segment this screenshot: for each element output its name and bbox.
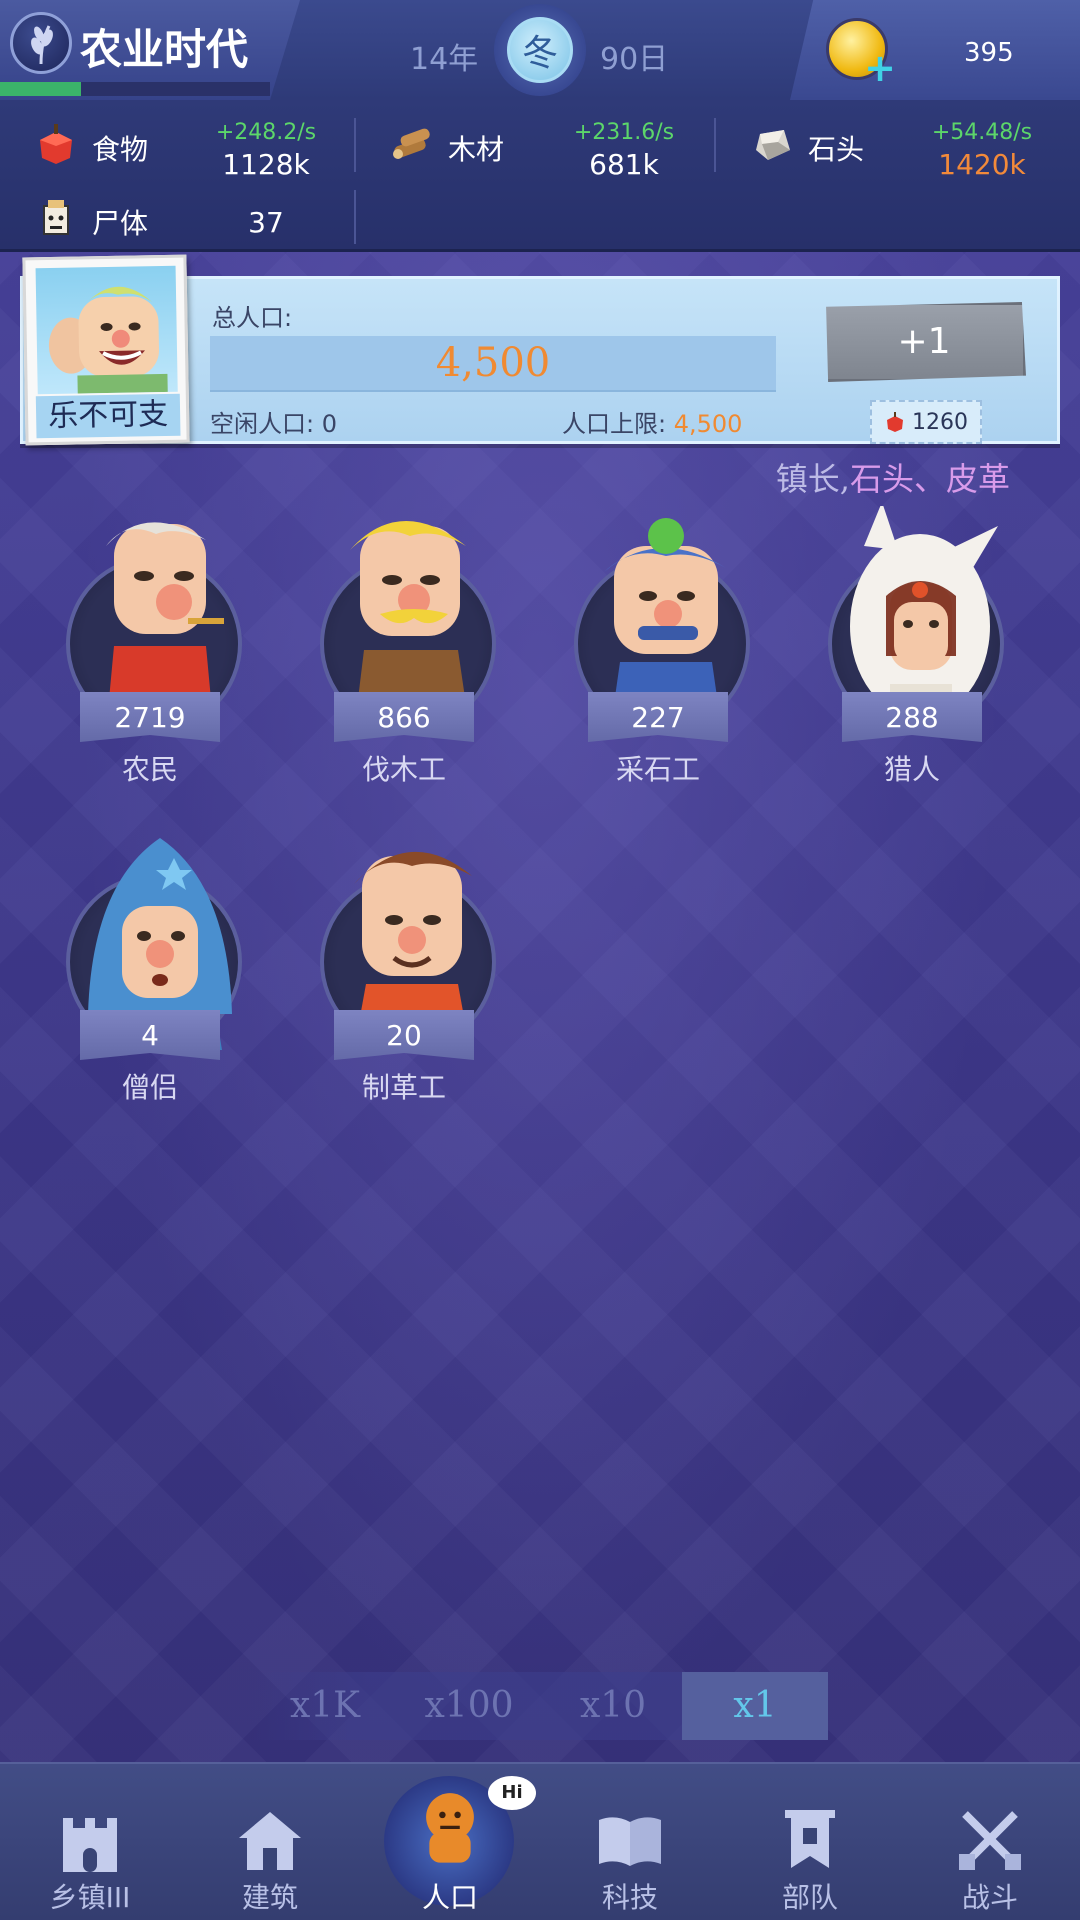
- person-icon: [426, 1793, 474, 1863]
- worker-count: 227: [631, 700, 685, 734]
- nav-label: 人口: [421, 1881, 478, 1914]
- population-limit-value: 4,500: [673, 410, 743, 438]
- hint-highlight: 石头、皮革: [849, 460, 1010, 498]
- population-cost-tag: 1260: [870, 400, 982, 444]
- total-population-label: 总人口:: [212, 304, 293, 332]
- nav-army[interactable]: 部队: [720, 1762, 900, 1920]
- nav-label: 战斗: [961, 1881, 1018, 1914]
- worker-monk[interactable]: 4 僧侣: [58, 824, 258, 1114]
- worker-count-ribbon: 4: [80, 1010, 220, 1060]
- add-population-button[interactable]: +1: [826, 302, 1026, 382]
- nav-town[interactable]: 乡镇III: [0, 1762, 180, 1920]
- worker-count: 20: [386, 1018, 422, 1052]
- nav-label: 乡镇III: [49, 1881, 131, 1914]
- corpse-icon: [43, 200, 69, 235]
- year-label: 14年: [410, 42, 479, 77]
- worker-lumberjack[interactable]: 866 伐木工: [312, 506, 512, 796]
- worker-name: 制革工: [361, 1071, 446, 1104]
- leader-card[interactable]: 乐不可支: [22, 254, 190, 446]
- worker-name: 僧侣: [121, 1071, 178, 1104]
- hi-badge: Hi: [488, 1776, 536, 1810]
- worker-count-ribbon: 20: [334, 1010, 474, 1060]
- season-label: 冬: [507, 17, 573, 83]
- population-limit: 人口上限: 4,500: [562, 404, 742, 439]
- day-label: 90日: [600, 42, 669, 77]
- resource-name: 尸体: [92, 207, 149, 240]
- worker-tanner[interactable]: 20 制革工: [312, 824, 512, 1114]
- worker-count-ribbon: 2719: [80, 692, 220, 742]
- multiplier-x100[interactable]: x100: [396, 1672, 542, 1740]
- banner-icon: [785, 1810, 835, 1868]
- wheat-emblem-icon[interactable]: [10, 12, 72, 74]
- multiplier-x1[interactable]: x1: [682, 1672, 828, 1740]
- worker-count-ribbon: 288: [842, 692, 982, 742]
- coin-count: 395: [964, 38, 1014, 68]
- divider: [354, 190, 356, 244]
- era-progress-bar: [0, 82, 270, 96]
- nav-label: 科技: [601, 1881, 658, 1914]
- book-icon: [599, 1817, 661, 1866]
- worker-count: 2719: [114, 700, 186, 734]
- demand-hint: 镇长,石头、皮革: [776, 454, 1010, 500]
- hint-prefix: 镇长,: [775, 460, 850, 498]
- add-coins-icon[interactable]: +: [864, 49, 896, 87]
- resource-name: 食物: [92, 133, 149, 166]
- worker-count: 4: [141, 1018, 159, 1052]
- idle-population-label: 空闲人口: 0: [210, 410, 337, 438]
- worker-count: 866: [377, 700, 431, 734]
- worker-count-ribbon: 227: [588, 692, 728, 742]
- food-apple-icon: [887, 412, 903, 432]
- resource-name: 石头: [808, 133, 865, 166]
- multiplier-selector: x1K x100 x10 x1: [252, 1672, 830, 1740]
- wood-logs-icon: [393, 128, 430, 159]
- resource-food[interactable]: 食物 +248.2/s 1128k: [34, 108, 344, 181]
- resource-amount: 1128k: [222, 148, 310, 181]
- resource-rate: +54.48/s: [931, 120, 1033, 145]
- crossed-swords-icon: [959, 1811, 1021, 1870]
- multiplier-x1k[interactable]: x1K: [252, 1672, 398, 1740]
- population-cost: 1260: [912, 409, 968, 435]
- era-title: 农业时代: [80, 25, 249, 74]
- resource-corpse[interactable]: 尸体 37: [34, 182, 344, 252]
- resource-amount: 37: [248, 206, 284, 239]
- season-indicator[interactable]: 冬: [494, 4, 586, 96]
- nav-label: 部队: [781, 1881, 838, 1914]
- worker-hunter[interactable]: 288 猎人: [820, 506, 1020, 796]
- worker-count-ribbon: 866: [334, 692, 474, 742]
- leader-name: 乐不可支: [35, 393, 181, 439]
- resource-wood[interactable]: 木材 +231.6/s 681k: [390, 108, 700, 181]
- food-apple-icon: [40, 124, 72, 164]
- total-population-value: 4,500: [435, 340, 551, 386]
- worker-name: 伐木工: [361, 753, 446, 786]
- nav-technology[interactable]: 科技: [540, 1762, 720, 1920]
- leader-portrait: [35, 265, 178, 395]
- resource-name: 木材: [448, 133, 505, 166]
- resource-rate: +231.6/s: [573, 120, 675, 145]
- multiplier-x10[interactable]: x10: [540, 1672, 686, 1740]
- castle-icon: [63, 1818, 117, 1872]
- worker-name: 农民: [121, 753, 178, 786]
- population-limit-label: 人口上限:: [562, 410, 667, 438]
- worker-count: 288: [885, 700, 939, 734]
- worker-name: 采石工: [615, 753, 700, 786]
- nav-battle[interactable]: 战斗: [900, 1762, 1080, 1920]
- resource-stone[interactable]: 石头 +54.48/s 1420k: [750, 108, 1050, 181]
- resource-amount: 1420k: [938, 148, 1026, 181]
- worker-name: 猎人: [883, 753, 940, 786]
- house-icon: [239, 1812, 301, 1870]
- nav-buildings[interactable]: 建筑: [180, 1762, 360, 1920]
- stone-block-icon: [756, 130, 790, 160]
- worker-farmer[interactable]: 2719 农民: [58, 506, 258, 796]
- nav-label: 建筑: [241, 1881, 298, 1914]
- worker-stonemason[interactable]: 227 采石工: [566, 506, 766, 796]
- resource-amount: 681k: [589, 148, 659, 181]
- divider: [714, 118, 716, 172]
- resource-rate: +248.2/s: [215, 120, 317, 145]
- divider: [354, 118, 356, 172]
- era-progress-fill: [0, 82, 81, 96]
